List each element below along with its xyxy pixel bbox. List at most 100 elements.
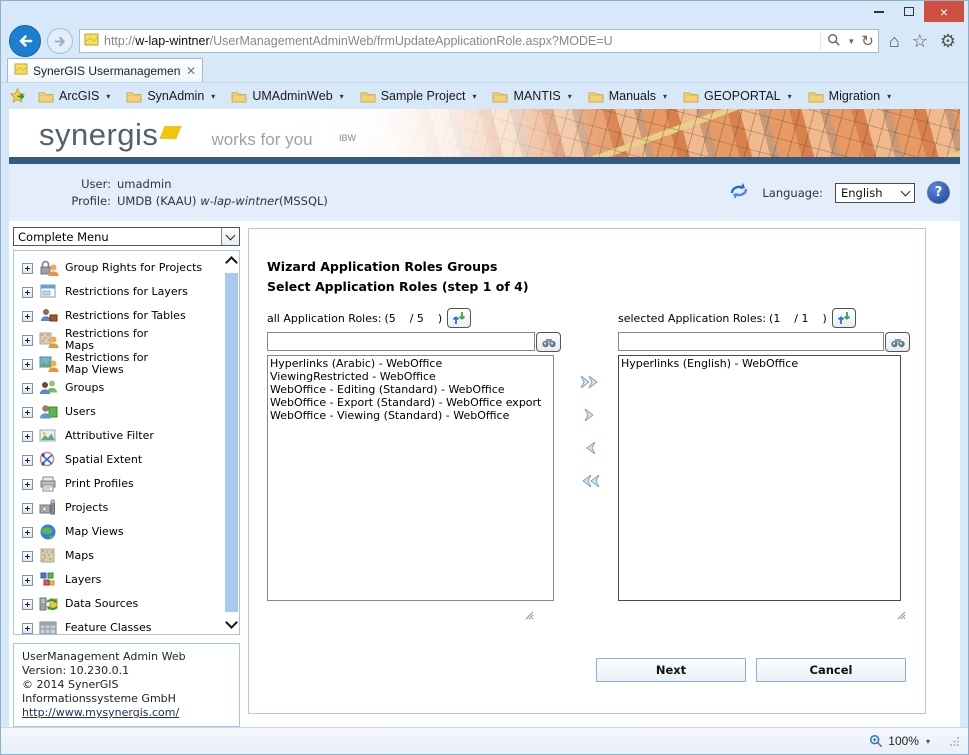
language-select[interactable]: English [835,183,915,203]
dropdown-caret-icon: ▾ [663,92,667,101]
tree-item-maps[interactable]: Maps [22,544,223,568]
search-dropdown-caret-icon[interactable]: ▼ [847,37,855,46]
search-binoculars-button[interactable] [885,332,910,352]
selected-roles-listbox[interactable]: Hyperlinks (English) - WebOffice [618,355,901,601]
layers-icon [37,571,61,589]
select-arrow-icon [221,228,239,245]
list-item[interactable]: WebOffice - Editing (Standard) - WebOffi… [270,383,551,396]
expand-plus-icon[interactable] [22,503,33,514]
list-item[interactable]: ViewingRestricted - WebOffice [270,370,551,383]
tree-item-restrictions-for-tables[interactable]: Restrictions for Tables [22,304,223,328]
move-right-button[interactable] [578,405,602,425]
tree-scrollbar[interactable] [223,251,239,634]
expand-plus-icon[interactable] [22,407,33,418]
tab-close-icon[interactable]: ✕ [186,64,196,78]
favorite-item-manuals[interactable]: Manuals▾ [584,87,675,105]
printer-icon [37,475,61,493]
expand-plus-icon[interactable] [22,287,33,298]
company-link[interactable]: http://www.mysynergis.com/ [22,706,179,719]
search-binoculars-button[interactable] [536,332,561,352]
tree-item-restrictions-for-map-views[interactable]: Restrictions for Map Views [22,352,223,376]
expand-plus-icon[interactable] [22,335,33,346]
expand-plus-icon[interactable] [22,599,33,610]
resize-grip-icon[interactable] [897,605,906,624]
list-item[interactable]: Hyperlinks (Arabic) - WebOffice [270,357,551,370]
maximize-button[interactable] [894,1,924,22]
sort-roles-button[interactable] [447,308,471,328]
list-item[interactable]: Hyperlinks (English) - WebOffice [621,357,898,370]
all-roles-column: all Application Roles: (5 / 5 ) [267,306,561,624]
scroll-down-icon[interactable] [225,616,238,629]
tree-item-feature-classes[interactable]: Feature Classes [22,616,223,634]
tree-item-groups[interactable]: Groups [22,376,223,400]
map-icon [37,547,61,565]
tree-item-label: Group Rights for Projects [65,262,202,274]
next-button[interactable]: Next [596,658,746,682]
tree-item-projects[interactable]: Projects [22,496,223,520]
move-left-button[interactable] [578,438,602,458]
favorite-item-migration[interactable]: Migration▾ [804,87,899,105]
list-item[interactable]: WebOffice - Export (Standard) - WebOffic… [270,396,551,409]
scroll-up-icon[interactable] [225,256,238,269]
tree-item-label: Maps [65,550,94,562]
favorite-item-umadminweb[interactable]: UMAdminWeb▾ [227,87,351,105]
scrollbar-thumb[interactable] [225,273,238,612]
expand-plus-icon[interactable] [22,527,33,538]
title-bar[interactable]: × [1,1,968,25]
favorite-item-synadmin[interactable]: SynAdmin▾ [122,87,223,105]
tree-item-attributive-filter[interactable]: Attributive Filter [22,424,223,448]
chevron-down-icon [901,186,911,196]
expand-plus-icon[interactable] [22,311,33,322]
menu-select[interactable]: Complete Menu [13,227,240,246]
help-button[interactable]: ? [927,181,950,204]
search-icon[interactable] [827,33,841,50]
tree-item-users[interactable]: Users [22,400,223,424]
home-icon[interactable]: ⌂ [889,31,900,52]
add-favorite-icon[interactable] [9,88,26,104]
tree-item-data-sources[interactable]: Data Sources [22,592,223,616]
address-bar[interactable]: http://w-lap-wintner/UserManagementAdmin… [79,29,879,53]
expand-plus-icon[interactable] [22,455,33,466]
expand-plus-icon[interactable] [22,431,33,442]
expand-plus-icon[interactable] [22,383,33,394]
resize-grip-icon[interactable] [525,605,534,624]
zoom-caret-icon[interactable]: ▾ [926,737,930,746]
close-button[interactable]: × [924,1,964,22]
forward-button[interactable] [47,28,73,54]
favorite-item-sample-project[interactable]: Sample Project▾ [356,87,485,105]
tree-item-map-views[interactable]: Map Views [22,520,223,544]
all-roles-search-input[interactable] [267,332,535,351]
tree-item-layers[interactable]: Layers [22,568,223,592]
sort-selected-roles-button[interactable] [832,308,856,328]
favorites-star-icon[interactable]: ☆ [912,31,928,52]
expand-plus-icon[interactable] [22,359,33,370]
tree-item-label: Map Views [65,526,124,538]
tree-item-spatial-extent[interactable]: Spatial Extent [22,448,223,472]
move-all-left-button[interactable] [578,471,602,491]
expand-plus-icon[interactable] [22,623,33,634]
tree-item-group-rights-for-projects[interactable]: Group Rights for Projects [22,256,223,280]
move-all-right-button[interactable] [578,372,602,392]
refresh-icon[interactable]: ↻ [861,32,874,50]
selected-roles-search-input[interactable] [618,332,884,351]
expand-plus-icon[interactable] [22,479,33,490]
list-item[interactable]: WebOffice - Viewing (Standard) - WebOffi… [270,409,551,422]
favorite-item-mantis[interactable]: MANTIS▾ [488,87,579,105]
favorite-item-geoportal[interactable]: GEOPORTAL▾ [679,87,800,105]
all-roles-listbox[interactable]: Hyperlinks (Arabic) - WebOffice ViewingR… [267,355,554,601]
cancel-button[interactable]: Cancel [756,658,906,682]
expand-plus-icon[interactable] [22,551,33,562]
expand-plus-icon[interactable] [22,263,33,274]
favorite-item-arcgis[interactable]: ArcGIS▾ [34,87,118,105]
browser-tab[interactable]: SynerGIS Usermanagement ... ✕ [7,58,203,82]
zoom-control[interactable]: 100% ▾ [869,734,944,748]
settings-gear-icon[interactable]: ⚙ [940,31,956,52]
window-resize-grip[interactable] [950,736,960,746]
expand-plus-icon[interactable] [22,575,33,586]
tree-item-restrictions-for-layers[interactable]: Restrictions for Layers [22,280,223,304]
reload-icon[interactable] [728,181,750,205]
back-button[interactable] [9,25,41,57]
minimize-button[interactable] [864,1,894,22]
tree-item-restrictions-for-maps[interactable]: Restrictions for Maps [22,328,223,352]
tree-item-print-profiles[interactable]: Print Profiles [22,472,223,496]
